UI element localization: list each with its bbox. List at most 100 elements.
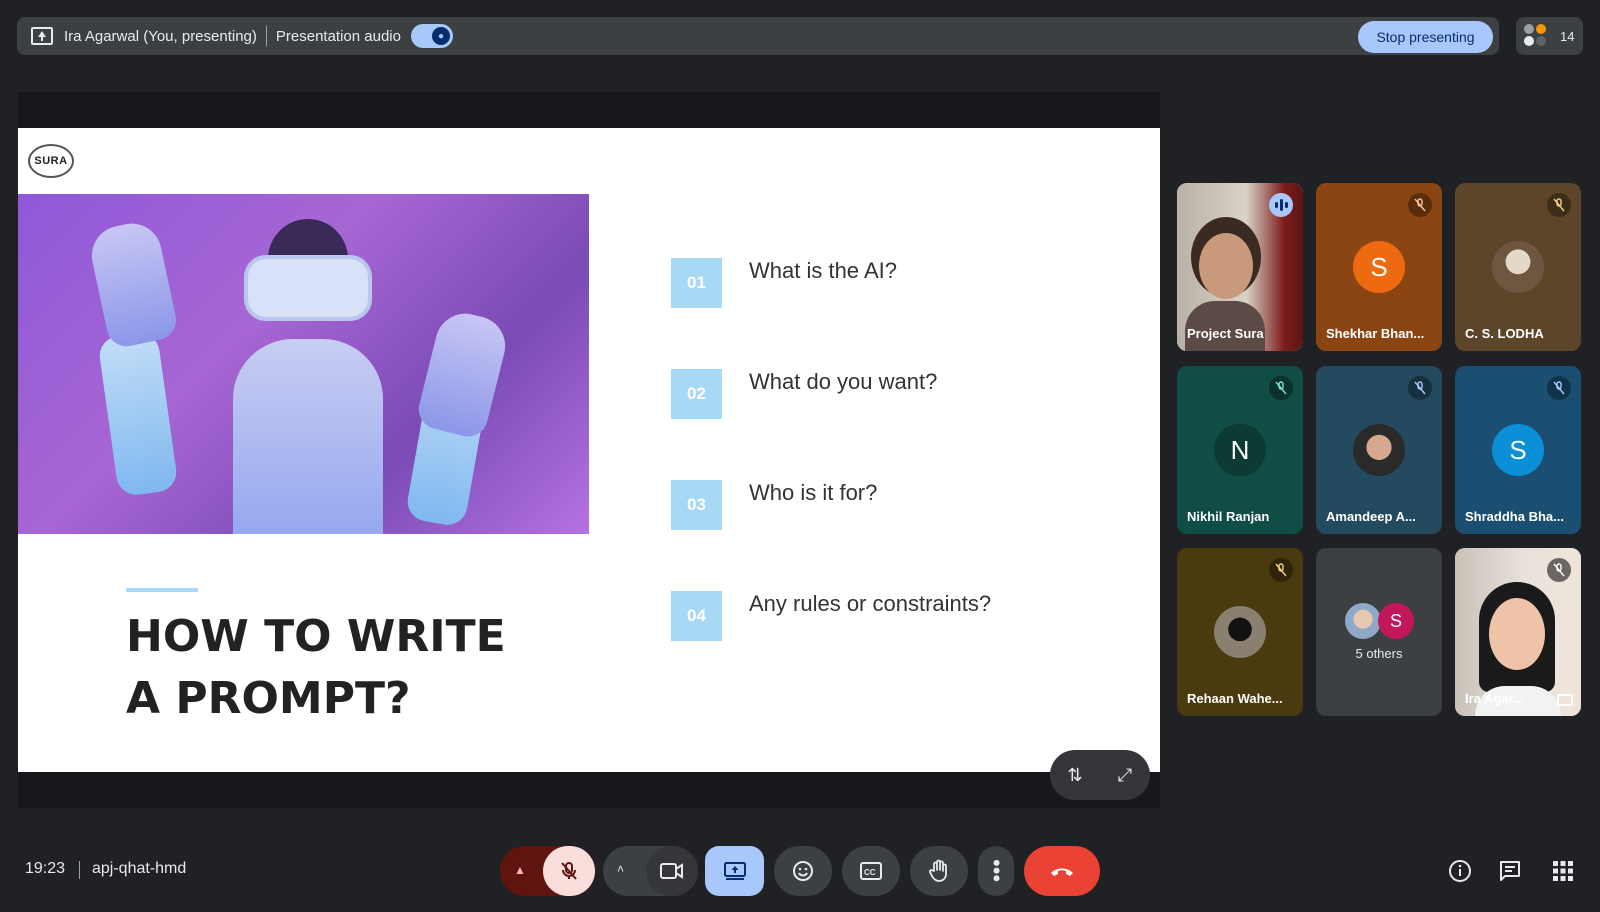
- agenda-number: 04: [671, 591, 722, 641]
- participant-name: Amandeep A...: [1326, 509, 1416, 524]
- present-screen-button[interactable]: [705, 846, 764, 896]
- leave-call-button[interactable]: [1024, 846, 1100, 896]
- participant-tile-others[interactable]: S 5 others: [1316, 548, 1442, 716]
- others-label: 5 others: [1355, 646, 1403, 661]
- participant-name: Shekhar Bhan...: [1326, 326, 1425, 341]
- mic-off-icon: [561, 862, 577, 880]
- participant-tile-nikhil[interactable]: N Nikhil Ranjan: [1177, 366, 1303, 534]
- raise-hand-button[interactable]: [910, 846, 968, 896]
- mic-off-icon: [1547, 193, 1571, 217]
- end-call-icon: [1051, 868, 1073, 876]
- agenda-text: Any rules or constraints?: [749, 591, 992, 616]
- participant-photo: [1353, 424, 1405, 476]
- participant-tile-cs-lodha[interactable]: C. S. LODHA: [1455, 183, 1581, 351]
- fullscreen-icon[interactable]: ⤢: [1107, 757, 1143, 793]
- participant-tile-amandeep[interactable]: Amandeep A...: [1316, 366, 1442, 534]
- stop-presenting-button[interactable]: Stop presenting: [1358, 21, 1493, 53]
- presenter-label: Ira Agarwal (You, presenting): [64, 27, 257, 45]
- camera-button[interactable]: [646, 846, 698, 896]
- agenda-text: What do you want?: [749, 369, 938, 394]
- participant-tile-project-sura[interactable]: Project Sura: [1177, 183, 1303, 351]
- participant-photo: [1492, 241, 1544, 293]
- audio-control-group: ▲: [500, 846, 595, 896]
- slide-title-line-2: A PROMPT?: [126, 673, 411, 724]
- present-screen-icon: [723, 862, 746, 880]
- title-accent-line: [126, 588, 198, 592]
- pip-icon[interactable]: [1557, 694, 1573, 706]
- audio-options-chevron-icon[interactable]: ▲: [514, 863, 530, 879]
- chat-button[interactable]: [1497, 858, 1523, 884]
- speaking-indicator-icon: [1269, 193, 1293, 217]
- meeting-code: apj-qhat-hmd: [92, 860, 187, 877]
- agenda-number: 03: [671, 480, 722, 530]
- participant-tile-shraddha[interactable]: S Shraddha Bha...: [1455, 366, 1581, 534]
- participant-photo: [1345, 603, 1381, 639]
- participant-name: Ira Agar...: [1465, 691, 1524, 706]
- participant-name: Project Sura: [1187, 326, 1264, 341]
- presentation-audio-toggle[interactable]: ●: [410, 24, 453, 48]
- swap-layout-icon[interactable]: ⇅: [1057, 757, 1093, 793]
- participants-count: 14: [1560, 28, 1575, 44]
- mic-off-icon: [1269, 376, 1293, 400]
- divider: [265, 26, 267, 46]
- mic-off-icon: [1269, 558, 1293, 582]
- shared-slide: SURA HOW TO WRITE A PROMPT? 01 What is t…: [18, 128, 1160, 772]
- agenda-text: What is the AI?: [749, 258, 897, 283]
- emoji-icon: [793, 861, 813, 881]
- participant-face: [1489, 598, 1545, 670]
- divider: [79, 861, 80, 879]
- people-icon: [1524, 24, 1548, 48]
- participant-photo: [1214, 606, 1266, 658]
- agenda-item: 01 What is the AI?: [671, 258, 1091, 308]
- mic-off-icon: [1408, 376, 1432, 400]
- participant-tile-shekhar[interactable]: S Shekhar Bhan...: [1316, 183, 1442, 351]
- captions-button[interactable]: CC: [842, 846, 900, 896]
- present-screen-icon: [31, 27, 53, 45]
- mic-off-icon: [1408, 193, 1432, 217]
- chat-icon: [1500, 861, 1520, 881]
- meeting-clock: 19:23: [25, 860, 66, 877]
- agenda-item: 03 Who is it for?: [671, 480, 1091, 530]
- captions-icon: CC: [860, 862, 882, 880]
- reactions-button[interactable]: [774, 846, 832, 896]
- mic-off-icon: [1547, 558, 1571, 582]
- participant-name: Nikhil Ranjan: [1187, 509, 1270, 524]
- participant-avatar: S: [1378, 603, 1414, 639]
- participant-name: Shraddha Bha...: [1465, 509, 1564, 524]
- participant-avatar: S: [1353, 241, 1405, 293]
- hand-icon: [929, 859, 947, 882]
- video-control-group: ˄: [603, 846, 698, 896]
- stage-controls: ⇅ ⤢: [1050, 750, 1150, 800]
- participant-tile-rehaan[interactable]: Rehaan Wahe...: [1177, 548, 1303, 716]
- agenda-item: 02 What do you want?: [671, 369, 1091, 419]
- agenda-number: 02: [671, 369, 722, 419]
- participant-avatar: S: [1492, 424, 1544, 476]
- slide-title: HOW TO WRITE A PROMPT?: [126, 606, 586, 730]
- presenting-bar: Ira Agarwal (You, presenting) Presentati…: [17, 17, 1499, 55]
- speaker-icon: ●: [431, 27, 450, 45]
- info-icon: [1449, 860, 1471, 882]
- participant-face: [1199, 233, 1253, 299]
- svg-text:CC: CC: [864, 868, 876, 877]
- participant-avatar: N: [1214, 424, 1266, 476]
- more-options-button[interactable]: •••: [978, 846, 1014, 896]
- microphone-button[interactable]: [543, 846, 595, 896]
- camera-icon: [660, 863, 683, 879]
- vr-hero-image: [18, 194, 589, 534]
- agenda-number: 01: [671, 258, 722, 308]
- activities-button[interactable]: [1550, 858, 1576, 884]
- presentation-audio-label: Presentation audio: [275, 27, 401, 45]
- meeting-details-button[interactable]: [1447, 858, 1473, 884]
- participant-name: Rehaan Wahe...: [1187, 691, 1283, 706]
- more-vert-icon: •••: [984, 859, 1009, 883]
- slide-title-line-1: HOW TO WRITE: [126, 611, 506, 662]
- mic-off-icon: [1547, 376, 1571, 400]
- participants-button[interactable]: 14: [1516, 17, 1583, 55]
- agenda-text: Who is it for?: [749, 480, 878, 505]
- participant-name: C. S. LODHA: [1465, 326, 1544, 341]
- sura-logo: SURA: [28, 144, 74, 178]
- video-options-chevron-icon[interactable]: ˄: [617, 862, 624, 876]
- participant-tile-self[interactable]: Ira Agar...: [1455, 548, 1581, 716]
- apps-grid-icon: [1553, 861, 1573, 881]
- agenda-item: 04 Any rules or constraints?: [671, 591, 1091, 641]
